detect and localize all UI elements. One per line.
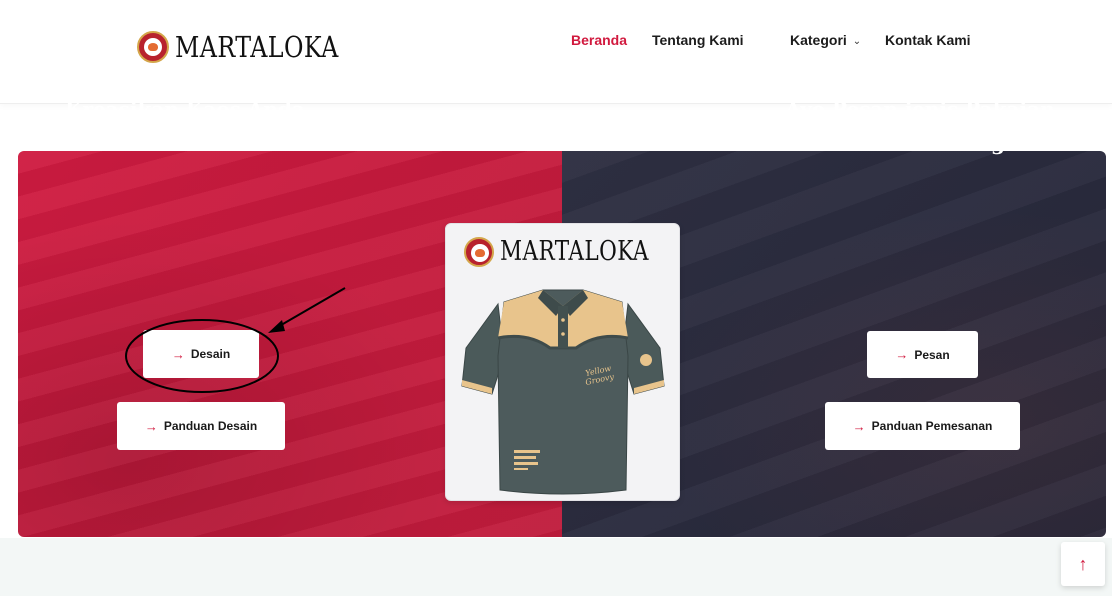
arrow-right-icon: →	[171, 346, 185, 362]
panduan-desain-button[interactable]: → Panduan Desain	[117, 402, 285, 450]
pesan-button[interactable]: → Pesan	[867, 331, 978, 378]
panduan-pemesanan-button[interactable]: → Panduan Pemesanan	[825, 402, 1020, 450]
site-header: MARTALOKA Beranda Tentang Kami Kategori ⌄…	[0, 0, 1112, 104]
scroll-to-top-button[interactable]: ↑	[1061, 542, 1105, 586]
product-card: MARTALOKA Yellow Groovy	[445, 223, 680, 501]
card-brand-name: MARTALOKA	[500, 236, 649, 267]
pesan-button-label: Pesan	[914, 347, 950, 362]
arrow-right-icon: →	[895, 347, 909, 362]
panduan-pemesanan-button-label: Panduan Pemesanan	[871, 419, 993, 433]
nav-item-kontak-kami[interactable]: Kontak Kami	[885, 32, 971, 48]
hero-left-title: Kreasikan Kaos Anda di sini	[65, 97, 305, 155]
nav-item-kategori[interactable]: Kategori ⌄	[790, 32, 861, 48]
chevron-down-icon: ⌄	[852, 36, 862, 47]
hero-right-title: Ayo Pesan jenis Pakaian Anda Sekarang	[785, 97, 1055, 155]
card-brand-logo: MARTALOKA	[464, 236, 686, 267]
nav-item-kategori-label: Kategori	[790, 32, 847, 48]
logo-emblem-icon	[464, 236, 494, 267]
desain-button-label: Desain	[190, 347, 231, 361]
nav-item-beranda[interactable]: Beranda	[571, 32, 627, 48]
next-section	[0, 538, 1112, 596]
desain-button[interactable]: → Desain	[143, 330, 259, 378]
arrow-right-icon: →	[144, 418, 158, 434]
nav-item-tentang-kami[interactable]: Tentang Kami	[652, 32, 744, 48]
main-nav: Beranda Tentang Kami Kategori ⌄ Kontak Ka…	[0, 32, 1112, 52]
panduan-desain-button-label: Panduan Desain	[163, 419, 258, 433]
polo-shirt-image: Yellow Groovy	[461, 289, 665, 495]
arrow-up-icon: ↑	[1078, 553, 1088, 574]
arrow-right-icon: →	[852, 418, 866, 434]
